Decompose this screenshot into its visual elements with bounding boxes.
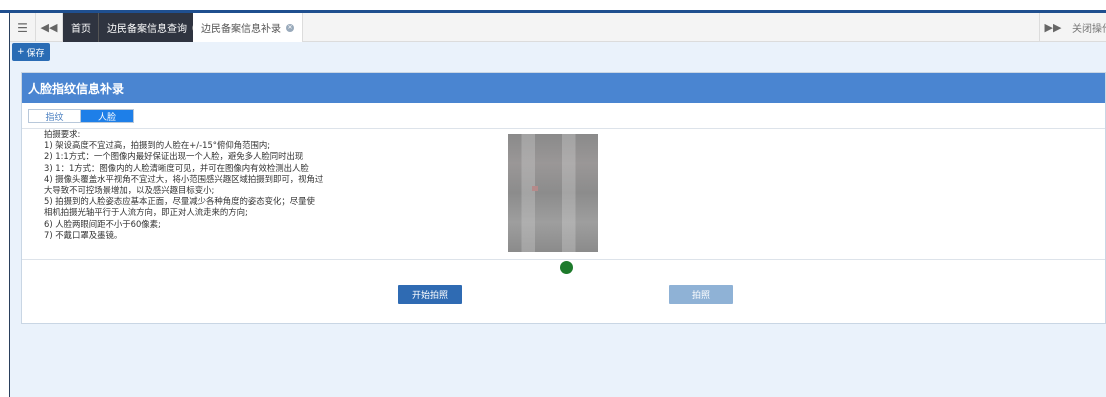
double-left-icon: ◀◀ bbox=[40, 21, 58, 34]
tab-home[interactable]: 首页 bbox=[63, 13, 99, 42]
requirement-line: 7) 不戴口罩及墨镜。 bbox=[44, 229, 123, 240]
save-button-label: 保存 bbox=[26, 48, 45, 59]
camera-status-indicator bbox=[560, 261, 573, 274]
tab-border-resident-supplement[interactable]: 边民备案信息补录 ✕ bbox=[193, 13, 303, 42]
start-capture-button[interactable]: 开始拍照 bbox=[398, 285, 462, 304]
camera-preview bbox=[486, 130, 616, 260]
requirement-line: 拍摄要求: bbox=[44, 129, 81, 139]
close-operations-label: 关闭操作 bbox=[1072, 24, 1106, 35]
hamburger-icon: ☰ bbox=[17, 20, 28, 35]
panel-title: 人脸指纹信息补录 bbox=[22, 73, 1105, 103]
divider bbox=[22, 259, 1105, 260]
requirement-line: 1) 架设高度不宜过高，拍摄到的人脸在+/-15°俯仰角范围内; bbox=[44, 140, 271, 151]
face-photo-preview bbox=[508, 134, 598, 252]
close-operations-button[interactable]: 关闭操作 bbox=[1066, 13, 1106, 42]
tab-label: 首页 bbox=[71, 24, 91, 35]
tab-label: 边民备案信息查询 bbox=[107, 24, 187, 35]
capture-photo-button[interactable]: 拍照 bbox=[669, 285, 733, 304]
plus-icon: + bbox=[17, 47, 25, 57]
tab-face[interactable]: 人脸 bbox=[81, 110, 133, 123]
close-icon[interactable]: ✕ bbox=[286, 23, 294, 32]
save-button[interactable]: + 保存 bbox=[12, 43, 50, 61]
tab-bar: ☰ ◀◀ 首页 边民备案信息查询 ✕ 边民备案信息补录 ✕ ▶▶ 关闭操作 bbox=[10, 13, 1106, 42]
requirement-line: 相机拍摄光轴平行于人流方向，即正对人流走来的方向; bbox=[44, 207, 248, 218]
double-right-icon: ▶▶ bbox=[1044, 21, 1062, 34]
requirement-line: 大导致不可控场景增加，以及感兴趣目标变小; bbox=[44, 185, 215, 196]
requirement-line: 3) 1：1方式：图像内的人脸清晰度可见，并可在图像内有效检测出人脸 bbox=[44, 162, 309, 173]
face-fingerprint-panel: 人脸指纹信息补录 指纹 人脸 拍摄要求: 1) 架设高度不宜过高，拍摄到的人脸在… bbox=[21, 72, 1106, 324]
capture-requirements: 拍摄要求: 1) 架设高度不宜过高，拍摄到的人脸在+/-15°俯仰角范围内; 2… bbox=[44, 129, 464, 241]
tab-fingerprint[interactable]: 指纹 bbox=[29, 110, 81, 123]
capture-type-tabs: 指纹 人脸 bbox=[28, 109, 134, 123]
menu-toggle-button[interactable]: ☰ bbox=[10, 13, 36, 42]
tab-border-resident-query[interactable]: 边民备案信息查询 ✕ bbox=[98, 13, 208, 42]
main-content: + 保存 人脸指纹信息补录 指纹 人脸 拍摄要求: 1) 架设高度不宜过高，拍摄… bbox=[10, 42, 1106, 397]
requirement-line: 5) 拍摄到的人脸姿态应基本正面，尽量减少各种角度的姿态变化；尽量使 bbox=[44, 196, 315, 207]
requirement-line: 4) 摄像头覆盖水平视角不宜过大，将小范围感兴趣区域拍摄到即可，视角过 bbox=[44, 173, 324, 184]
requirement-line: 6) 人脸两眼间距不小于60像素; bbox=[44, 218, 161, 229]
tab-label: 边民备案信息补录 bbox=[201, 24, 281, 35]
tab-scroll-right-button[interactable]: ▶▶ bbox=[1039, 13, 1066, 42]
requirement-line: 2) 1:1方式：一个图像内最好保证出现一个人脸，避免多人脸同时出现 bbox=[44, 151, 304, 162]
tab-scroll-left-button[interactable]: ◀◀ bbox=[36, 13, 63, 42]
